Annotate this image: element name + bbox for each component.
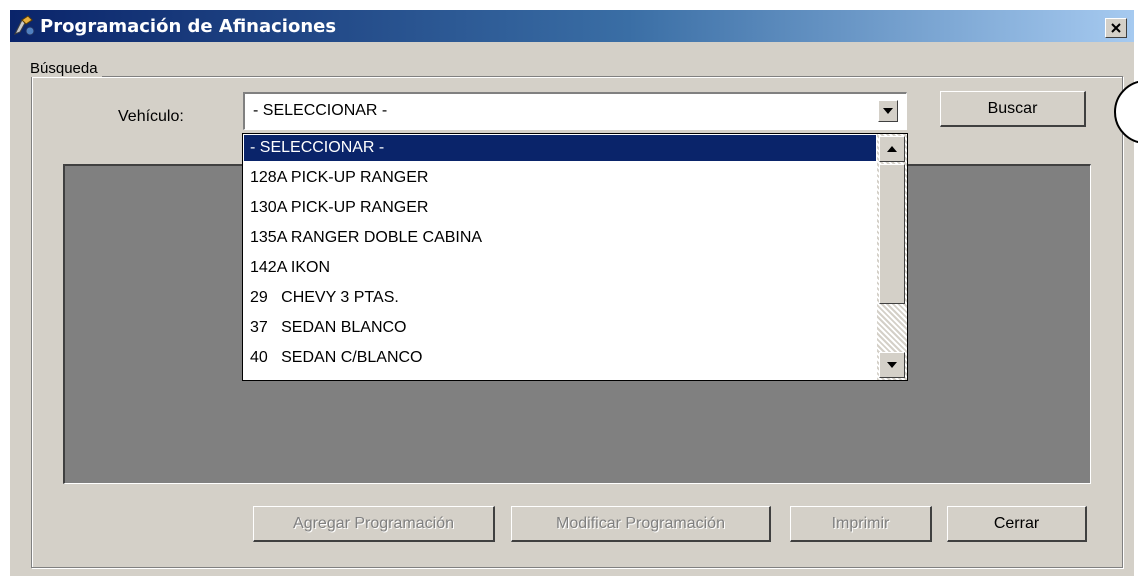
scroll-thumb[interactable] bbox=[879, 164, 905, 304]
vehicle-label: Vehículo: bbox=[118, 108, 184, 125]
app-icon bbox=[12, 14, 38, 38]
vehicle-combobox[interactable]: - SELECCIONAR - bbox=[243, 92, 907, 130]
vehicle-dropdown-list[interactable]: - SELECCIONAR - 128A PICK-UP RANGER 130A… bbox=[242, 133, 908, 381]
chevron-down-icon bbox=[883, 108, 893, 114]
dropdown-option[interactable]: 37 SEDAN BLANCO bbox=[244, 315, 876, 341]
dropdown-option[interactable]: 128A PICK-UP RANGER bbox=[244, 165, 876, 191]
arrow-up-icon bbox=[887, 146, 897, 152]
dropdown-option[interactable]: - SELECCIONAR - bbox=[244, 135, 876, 161]
print-button[interactable]: Imprimir bbox=[790, 506, 932, 542]
vehicle-combobox-value: - SELECCIONAR - bbox=[253, 102, 388, 119]
search-group-legend: Búsqueda bbox=[26, 60, 102, 77]
close-window-button[interactable] bbox=[1105, 18, 1127, 38]
modify-schedule-button[interactable]: Modificar Programación bbox=[511, 506, 771, 542]
close-icon bbox=[1111, 23, 1121, 33]
scroll-down-button[interactable] bbox=[879, 352, 905, 378]
scroll-up-button[interactable] bbox=[879, 136, 905, 162]
dropdown-option[interactable]: 142A IKON bbox=[244, 255, 876, 281]
window-title: Programación de Afinaciones bbox=[40, 16, 337, 37]
close-button[interactable]: Cerrar bbox=[947, 506, 1087, 542]
dropdown-option[interactable]: 130A PICK-UP RANGER bbox=[244, 195, 876, 221]
dropdown-option[interactable]: 40 SEDAN C/BLANCO bbox=[244, 345, 876, 371]
dropdown-option[interactable]: 135A RANGER DOBLE CABINA bbox=[244, 225, 876, 251]
search-button[interactable]: Buscar bbox=[940, 91, 1086, 127]
dropdown-scrollbar[interactable] bbox=[877, 134, 907, 380]
dropdown-option[interactable]: 29 CHEVY 3 PTAS. bbox=[244, 285, 876, 311]
vehicle-dropdown-button[interactable] bbox=[878, 100, 898, 122]
title-bar[interactable]: Programación de Afinaciones bbox=[10, 10, 1134, 42]
add-schedule-button[interactable]: Agregar Programación bbox=[253, 506, 495, 542]
arrow-down-icon bbox=[887, 362, 897, 368]
